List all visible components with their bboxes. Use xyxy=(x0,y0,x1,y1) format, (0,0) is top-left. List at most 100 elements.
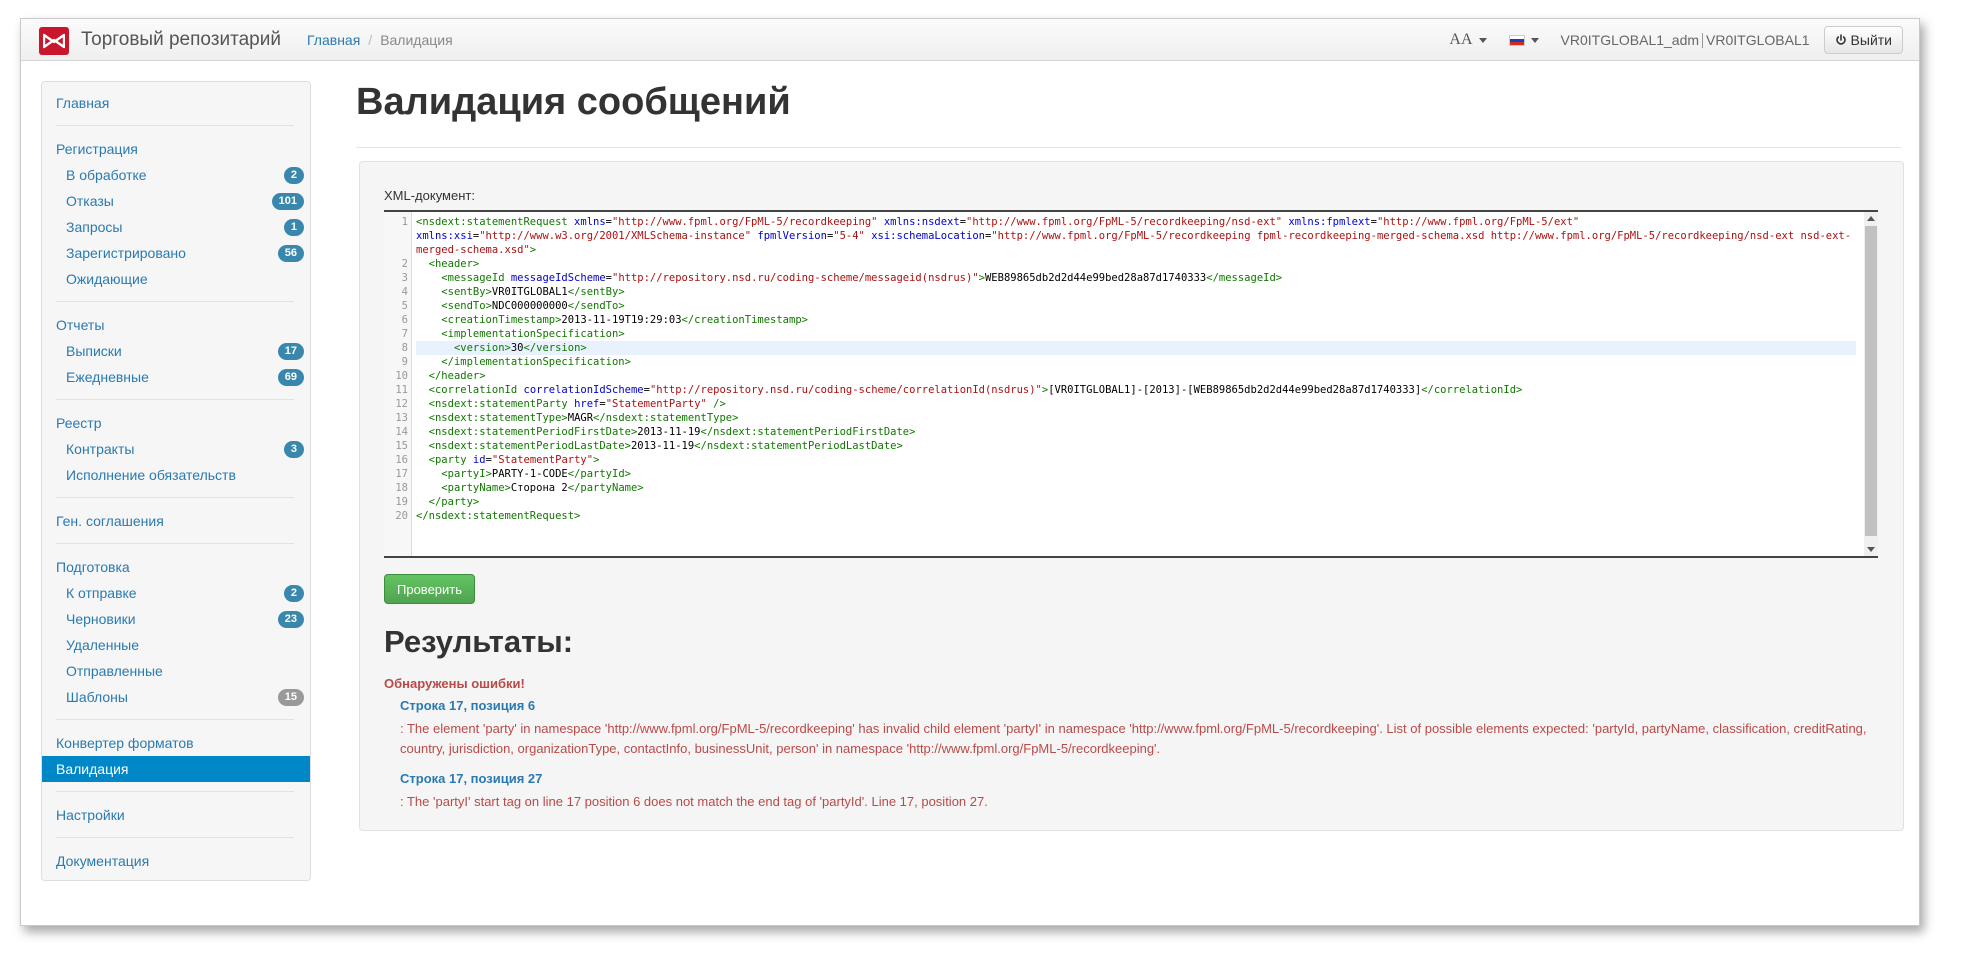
line-number: 4 xyxy=(401,286,408,298)
chevron-down-icon xyxy=(1478,37,1487,43)
sidebar-section-registration[interactable]: Регистрация xyxy=(42,136,310,162)
error-item: Строка 17, позиция 6 : The element 'part… xyxy=(400,698,1870,759)
code-line[interactable]: 1 <nsdext:statementRequest xmlns="http://… xyxy=(402,215,1856,257)
code-text: </implementationSpecification> xyxy=(441,356,631,368)
error-position: Строка 17, позиция 6 xyxy=(400,698,536,713)
sidebar-item-drafts[interactable]: Черновики 23 xyxy=(42,606,310,632)
code-line[interactable]: 14 <nsdext:statementPeriodFirstDate>2013… xyxy=(395,425,1856,439)
sidebar-divider xyxy=(56,399,294,400)
count-badge: 17 xyxy=(277,343,304,360)
xml-code[interactable]: 1 <nsdext:statementRequest xmlns="http://… xyxy=(395,215,1856,523)
sidebar-section-preparation[interactable]: Подготовка xyxy=(42,554,310,580)
code-line[interactable]: 18 <partyName>Сторона 2</partyName> xyxy=(395,481,1856,495)
breadcrumb: Главная / Валидация xyxy=(307,32,453,48)
sidebar-item-label: В обработке xyxy=(66,167,147,183)
validation-panel: XML-документ: 1 <nsdext:statementRequest … xyxy=(359,161,1904,831)
sidebar-item-processing[interactable]: В обработке 2 xyxy=(42,162,310,188)
line-number: 3 xyxy=(401,272,408,284)
moex-logo-icon[interactable] xyxy=(39,27,69,55)
sidebar-item-label: Исполнение обязательств xyxy=(66,467,236,483)
code-line[interactable]: 4 <sentBy>VR0ITGLOBAL1</sentBy> xyxy=(402,285,1856,299)
scrollbar-thumb[interactable] xyxy=(1865,226,1877,536)
code-line[interactable]: 17 <partyI>PARTY-1-CODE</partyId> xyxy=(395,467,1856,481)
code-line[interactable]: 10 </header> xyxy=(395,369,1856,383)
line-number: 13 xyxy=(395,412,408,424)
breadcrumb-current: Валидация xyxy=(380,32,453,48)
line-number: 14 xyxy=(395,426,408,438)
sidebar-item-documentation[interactable]: Документация xyxy=(42,848,310,874)
count-badge: 56 xyxy=(277,245,304,262)
code-line[interactable]: 19 </party> xyxy=(395,495,1856,509)
scroll-up-icon[interactable] xyxy=(1867,216,1875,221)
code-line[interactable]: 11 <correlationId correlationIdScheme="h… xyxy=(395,383,1856,397)
sidebar-item-label: Выписки xyxy=(66,343,122,359)
code-line[interactable]: 9 </implementationSpecification> xyxy=(402,355,1856,369)
sidebar-item-daily[interactable]: Ежедневные 69 xyxy=(42,364,310,390)
sidebar-section-registry[interactable]: Реестр xyxy=(42,410,310,436)
sidebar-item-pending[interactable]: Ожидающие xyxy=(42,266,310,292)
sidebar-item-requests[interactable]: Запросы 1 xyxy=(42,214,310,240)
sidebar-item-settings[interactable]: Настройки xyxy=(42,802,310,828)
count-badge: 2 xyxy=(283,167,304,184)
sidebar-item-obligations[interactable]: Исполнение обязательств xyxy=(42,462,310,488)
line-number: 16 xyxy=(395,454,408,466)
line-number: 19 xyxy=(395,496,408,508)
sidebar-item-label: Черновики xyxy=(66,611,136,627)
xml-editor[interactable]: 1 <nsdext:statementRequest xmlns="http://… xyxy=(384,210,1878,558)
count-badge: 3 xyxy=(283,441,304,458)
sidebar-item-label: Шаблоны xyxy=(66,689,128,705)
errors-found-label: Обнаружены ошибки! xyxy=(384,676,525,691)
sidebar-item-to-send[interactable]: К отправке 2 xyxy=(42,580,310,606)
sidebar-item-label: К отправке xyxy=(66,585,137,601)
code-line[interactable]: 20 </nsdext:statementRequest> xyxy=(395,509,1856,523)
sidebar-section-reports[interactable]: Отчеты xyxy=(42,312,310,338)
sidebar-item-sent[interactable]: Отправленные xyxy=(42,658,310,684)
sidebar-item-deleted[interactable]: Удаленные xyxy=(42,632,310,658)
line-number: 5 xyxy=(401,300,408,312)
code-line[interactable]: 5 <sendTo>NDC000000000</sendTo> xyxy=(402,299,1856,313)
line-number: 20 xyxy=(395,510,408,522)
sidebar-item-home[interactable]: Главная xyxy=(42,90,310,116)
code-text: <nsdext:statementParty href="StatementPa… xyxy=(428,398,726,410)
code-line[interactable]: 6 <creationTimestamp>2013-11-19T19:29:03… xyxy=(402,313,1856,327)
code-line[interactable]: 12 <nsdext:statementParty href="Statemen… xyxy=(395,397,1856,411)
sidebar-item-label: Запросы xyxy=(66,219,123,235)
sidebar-item-general-agreements[interactable]: Ген. соглашения xyxy=(42,508,310,534)
sidebar-item-validation[interactable]: Валидация xyxy=(42,756,310,782)
code-text: <nsdext:statementPeriodFirstDate>2013-11… xyxy=(428,426,916,438)
sidebar-item-format-converter[interactable]: Конвертер форматов xyxy=(42,730,310,756)
logout-button[interactable]: Выйти xyxy=(1823,26,1903,54)
user-info[interactable]: VR0ITGLOBAL1_adm VR0ITGLOBAL1 xyxy=(1561,32,1810,49)
code-line[interactable]: 8 <version>30</version> xyxy=(402,341,1856,355)
sidebar-item-templates[interactable]: Шаблоны 15 xyxy=(42,684,310,710)
sidebar-item-statements[interactable]: Выписки 17 xyxy=(42,338,310,364)
editor-scrollbar[interactable] xyxy=(1864,212,1878,556)
breadcrumb-home-link[interactable]: Главная xyxy=(307,32,360,48)
code-line[interactable]: 16 <party id="StatementParty"> xyxy=(395,453,1856,467)
page-title: Валидация сообщений xyxy=(356,81,791,123)
code-text: <nsdext:statementRequest xmlns="http://w… xyxy=(416,216,1852,256)
sidebar-divider xyxy=(56,543,294,544)
line-number: 11 xyxy=(395,384,408,396)
code-line[interactable]: 3 <messageId messageIdScheme="http://rep… xyxy=(402,271,1856,285)
line-number: 6 xyxy=(401,314,408,326)
sidebar-item-registered[interactable]: Зарегистрировано 56 xyxy=(42,240,310,266)
line-number: 18 xyxy=(395,482,408,494)
code-text: <creationTimestamp>2013-11-19T19:29:03</… xyxy=(441,314,808,326)
validate-button[interactable]: Проверить xyxy=(384,574,476,604)
code-text: <nsdext:statementType>MAGR</nsdext:state… xyxy=(428,412,739,424)
code-line[interactable]: 13 <nsdext:statementType>MAGR</nsdext:st… xyxy=(395,411,1856,425)
sidebar-item-contracts[interactable]: Контракты 3 xyxy=(42,436,310,462)
brand-title[interactable]: Торговый репозитарий xyxy=(81,29,281,51)
code-text: <version>30</version> xyxy=(453,342,587,354)
scroll-down-icon[interactable] xyxy=(1867,547,1875,552)
language-dropdown[interactable] xyxy=(1508,34,1539,46)
power-icon xyxy=(1835,34,1846,45)
code-line[interactable]: 7 <implementationSpecification> xyxy=(402,327,1856,341)
sidebar-divider xyxy=(56,497,294,498)
font-size-dropdown[interactable]: AA xyxy=(1449,31,1487,49)
xml-document-label: XML-документ: xyxy=(384,188,475,203)
sidebar-item-rejections[interactable]: Отказы 101 xyxy=(42,188,310,214)
code-line[interactable]: 2 <header> xyxy=(402,257,1856,271)
code-line[interactable]: 15 <nsdext:statementPeriodLastDate>2013-… xyxy=(395,439,1856,453)
